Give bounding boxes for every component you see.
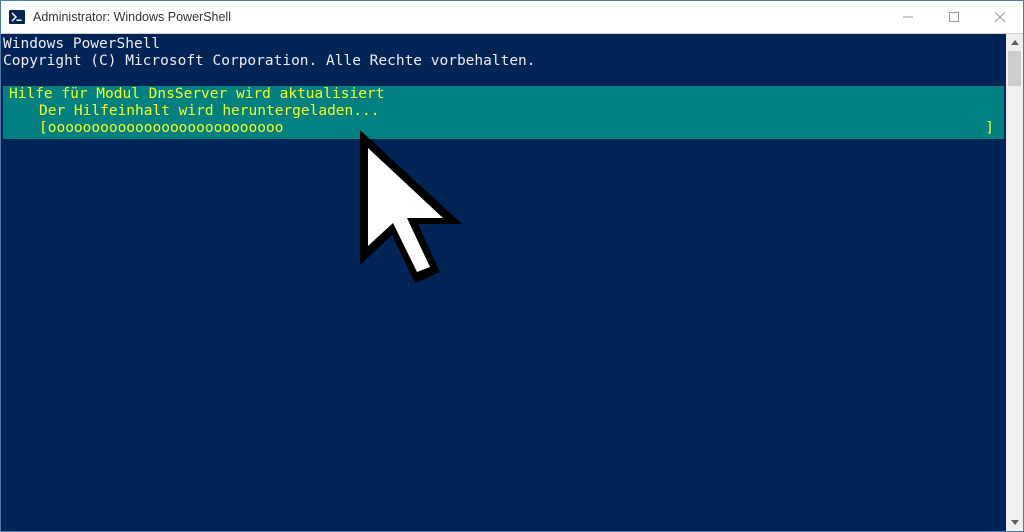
progress-bar: [ ooooooooooooooooooooooooooo ]	[3, 120, 1004, 137]
progress-title: Hilfe für Modul DnsServer wird aktualisi…	[3, 86, 1004, 103]
powershell-window: Administrator: Windows PowerShell Window…	[0, 0, 1024, 532]
scroll-down-button[interactable]	[1006, 514, 1023, 531]
console-area[interactable]: Windows PowerShell Copyright (C) Microso…	[1, 34, 1023, 531]
close-button[interactable]	[977, 1, 1023, 33]
progress-bar-fill: ooooooooooooooooooooooooooo	[48, 120, 284, 137]
scroll-track[interactable]	[1006, 51, 1023, 514]
titlebar[interactable]: Administrator: Windows PowerShell	[1, 1, 1023, 34]
progress-status: Der Hilfeinhalt wird heruntergeladen...	[3, 103, 1004, 120]
progress-panel: Hilfe für Modul DnsServer wird aktualisi…	[3, 86, 1004, 139]
progress-bar-space	[283, 120, 985, 137]
progress-bar-open: [	[39, 120, 48, 137]
console-line: Copyright (C) Microsoft Corporation. All…	[3, 53, 1004, 70]
console-line: Windows PowerShell	[3, 36, 1004, 53]
powershell-icon	[9, 9, 25, 25]
console-content: Windows PowerShell Copyright (C) Microso…	[1, 34, 1006, 531]
window-title: Administrator: Windows PowerShell	[33, 10, 885, 24]
vertical-scrollbar[interactable]	[1006, 34, 1023, 531]
maximize-button[interactable]	[931, 1, 977, 33]
progress-bar-close: ]	[985, 120, 994, 137]
window-controls	[885, 1, 1023, 33]
scroll-thumb[interactable]	[1008, 51, 1021, 86]
minimize-button[interactable]	[885, 1, 931, 33]
scroll-up-button[interactable]	[1006, 34, 1023, 51]
